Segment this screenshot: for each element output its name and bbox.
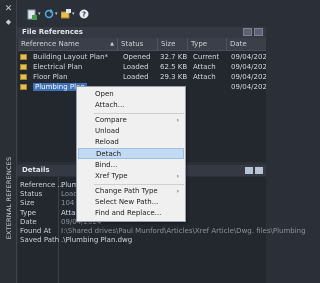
palette-title: EXTERNAL REFERENCES <box>4 156 13 240</box>
chevron-down-icon: ▾ <box>72 11 75 17</box>
reference-status: Loaded <box>123 63 149 71</box>
reference-status: Opened <box>123 53 151 61</box>
list-header: Reference Name ▲ Status Size Type Date <box>18 38 266 51</box>
view-toggle-icons <box>243 28 263 36</box>
chevron-down-icon: ▾ <box>55 11 58 17</box>
details-icon[interactable] <box>245 167 253 174</box>
close-icon[interactable]: ✕ <box>4 5 13 14</box>
details-key: Type <box>20 209 37 217</box>
table-row[interactable]: Floor Plan Loaded 29.3 KB Attach 09/04/2… <box>18 72 266 82</box>
column-header-status[interactable]: Status <box>118 38 158 51</box>
menu-item-compare[interactable]: Compare › <box>78 115 184 126</box>
details-key: Size <box>20 199 35 207</box>
submenu-arrow-icon: › <box>176 188 179 195</box>
list-view-icon[interactable] <box>243 28 252 36</box>
reference-type: Attach <box>193 73 216 81</box>
details-value: I:\Shared drives\Paul Munford\Articles\X… <box>61 227 306 235</box>
help-button[interactable]: ? <box>79 8 89 20</box>
reference-name: Floor Plan <box>33 73 68 81</box>
change-path-icon <box>61 9 71 19</box>
menu-item-reload[interactable]: Reload <box>78 137 184 148</box>
tree-view-icon[interactable] <box>254 28 263 36</box>
details-key: Date <box>20 218 37 226</box>
column-header-size[interactable]: Size <box>158 38 188 51</box>
help-icon: ? <box>79 9 89 19</box>
menu-item-change-path-type[interactable]: Change Path Type › <box>78 186 184 197</box>
menu-item-unload[interactable]: Unload <box>78 126 184 137</box>
menu-item-find-and-replace[interactable]: Find and Replace... <box>78 208 184 219</box>
reference-date: 09/04/2024 <box>231 53 266 61</box>
details-key: Reference ... <box>20 181 65 189</box>
menu-item-xref-type[interactable]: Xref Type › <box>78 171 184 182</box>
chevron-down-icon: ▾ <box>38 11 41 17</box>
refresh-button[interactable]: ▾ <box>44 8 58 20</box>
details-key: Status <box>20 190 43 198</box>
dwg-file-icon <box>20 54 27 60</box>
details-view-icons <box>245 167 263 174</box>
dwg-file-icon <box>20 64 27 70</box>
menu-item-attach[interactable]: Attach... <box>78 100 184 111</box>
submenu-arrow-icon: › <box>176 173 179 180</box>
details-row: Saved Path .\Plumbing Plan.dwg <box>18 236 266 245</box>
details-value[interactable]: .\Plumbing Plan.dwg <box>61 236 132 245</box>
menu-item-detach[interactable]: Detach <box>78 148 184 159</box>
palette-title-strip: ✕ ◆ EXTERNAL REFERENCES <box>0 0 17 283</box>
column-header-type[interactable]: Type <box>188 38 227 51</box>
dwg-file-icon <box>20 74 27 80</box>
reference-type: Current <box>193 53 220 61</box>
details-key: Found At <box>20 227 52 235</box>
reference-date: 09/04/2024 <box>231 83 266 91</box>
attach-dwg-button[interactable]: ▾ <box>27 8 41 20</box>
reference-type: Attach <box>193 63 216 71</box>
dwg-file-icon <box>20 84 27 90</box>
menu-item-open[interactable]: Open <box>78 89 184 100</box>
menu-separator <box>94 113 184 114</box>
reference-size: 32.7 KB <box>160 53 188 61</box>
column-header-reference-name[interactable]: Reference Name ▲ <box>18 38 118 51</box>
column-header-date[interactable]: Date <box>227 38 266 51</box>
table-row[interactable]: Electrical Plan Loaded 62.5 KB Attach 09… <box>18 62 266 72</box>
toolbar: ▾ ▾ ▾ ? <box>17 0 266 28</box>
change-path-button[interactable]: ▾ <box>61 8 75 20</box>
menu-item-bind[interactable]: Bind... <box>78 160 184 171</box>
sort-arrow-icon: ▲ <box>110 41 114 47</box>
menu-item-select-new-path[interactable]: Select New Path... <box>78 197 184 208</box>
pin-icon[interactable]: ◆ <box>4 18 13 27</box>
submenu-arrow-icon: › <box>176 117 179 124</box>
details-row: Found At I:\Shared drives\Paul Munford\A… <box>18 227 306 236</box>
context-menu: Open Attach... Compare › Unload Reload De… <box>76 86 186 222</box>
menu-separator <box>94 184 184 185</box>
file-references-title: File References <box>17 27 266 38</box>
attach-dwg-icon <box>27 9 37 20</box>
reference-size: 29.3 KB <box>160 73 188 81</box>
reference-status: Loaded <box>123 73 149 81</box>
table-row[interactable]: Building Layout Plan* Opened 32.7 KB Cur… <box>18 52 266 62</box>
details-key: Saved Path <box>20 236 60 244</box>
svg-text:?: ? <box>82 11 86 19</box>
reference-name: Building Layout Plan* <box>33 53 109 61</box>
reference-date: 09/04/2024 <box>231 73 266 81</box>
reference-date: 09/04/2024 <box>231 63 266 71</box>
reference-size: 62.5 KB <box>160 63 188 71</box>
refresh-icon <box>44 9 54 19</box>
preview-icon[interactable] <box>255 167 263 174</box>
reference-name: Electrical Plan <box>33 63 83 71</box>
